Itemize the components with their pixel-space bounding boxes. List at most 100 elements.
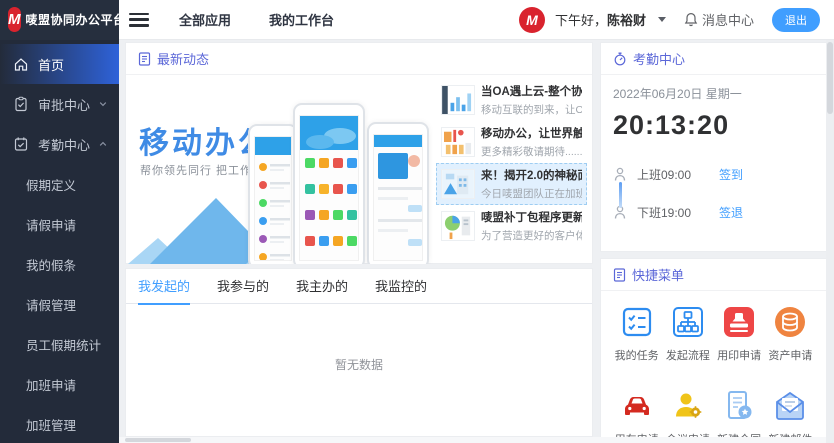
tab-hosted-by-me[interactable]: 我主办的 [296, 269, 348, 304]
message-center-label: 消息中心 [702, 10, 754, 29]
news-thumbnail [441, 211, 475, 241]
shift-end-label: 下班19:00 [637, 204, 709, 221]
news-desc: 更多精彩敬请期待........ [481, 144, 582, 159]
attendance-header: 考勤中心 [601, 43, 826, 75]
sidebar-item-label: 首页 [38, 55, 64, 74]
news-thumbnail [441, 85, 475, 115]
sidebar-subitem-employee-holiday-stats[interactable]: 员工假期统计 [0, 324, 119, 364]
quick-item-asset-application[interactable]: 资产申请 [765, 305, 816, 363]
chevron-down-icon[interactable] [658, 17, 666, 22]
sidebar: 首页 审批中心 考勤中心 假期定义 请假申请 我的假条 请假管理 员工假期统计 … [0, 40, 119, 443]
attendance-clock: 20:13:20 [613, 110, 814, 141]
nav-my-workbench[interactable]: 我的工作台 [269, 10, 334, 29]
flow-icon [671, 305, 705, 339]
logo-block: M 唛盟协同办公平台 [0, 0, 119, 40]
sidebar-subitem-my-leave-notes[interactable]: 我的假条 [0, 244, 119, 284]
news-list: 当OA遇上云-整个协同OA 移动互联的到来，让OA与云 移动办公，让世界触手可 … [436, 79, 587, 247]
mobile-office-banner: 移动办公 帮你领先同行 把工作带出办公室 [126, 76, 434, 264]
document-icon [613, 268, 626, 282]
greeting-text: 下午好， [555, 13, 607, 28]
bell-icon [684, 12, 698, 27]
attendance-rows: 上班09:00 签到 下班19:00 签退 [613, 155, 814, 231]
sidebar-subitem-overtime-management[interactable]: 加班管理 [0, 404, 119, 443]
tab-initiated-by-me[interactable]: 我发起的 [138, 269, 190, 304]
sidebar-subitem-leave-management[interactable]: 请假管理 [0, 284, 119, 324]
news-desc: 为了营造更好的客户体验，唛 [481, 228, 582, 243]
check-in-link[interactable]: 签到 [719, 166, 743, 183]
news-title: 移动办公，让世界触手可 [481, 125, 582, 141]
top-bar: M 唛盟协同办公平台 全部应用 我的工作台 M 下午好，陈裕财 消息中心 退出 [0, 0, 834, 40]
brand-logo-icon: M [8, 7, 21, 32]
quick-item-new-contract[interactable]: 新建合同 [714, 389, 765, 443]
tab-monitored-by-me[interactable]: 我监控的 [375, 269, 427, 304]
document-icon [138, 52, 151, 66]
home-icon [13, 56, 29, 72]
approval-icon [13, 96, 29, 112]
logout-button[interactable]: 退出 [772, 8, 820, 32]
sidebar-item-approval-center[interactable]: 审批中心 [0, 84, 119, 124]
news-thumbnail [441, 169, 475, 199]
latest-news-panel: 最新动态 移动办公 帮你领先同行 把工作带出办公室 [125, 42, 593, 264]
panel-title: 考勤中心 [633, 49, 685, 68]
news-item[interactable]: 移动办公，让世界触手可 更多精彩敬请期待........ [436, 121, 587, 163]
sidebar-subitem-overtime-request[interactable]: 加班申请 [0, 364, 119, 404]
quick-item-label: 资产申请 [768, 347, 812, 363]
attendance-icon [13, 136, 29, 152]
top-nav: 全部应用 我的工作台 [179, 10, 334, 29]
quick-menu-header: 快捷菜单 [601, 259, 826, 291]
phone-mockup-left [248, 124, 298, 264]
my-processes-panel: 我发起的 我参与的 我主办的 我监控的 暂无数据 [125, 268, 593, 437]
topbar-right: M 下午好，陈裕财 消息中心 退出 [519, 7, 834, 33]
news-item[interactable]: 唛盟补丁包程序更新 为了营造更好的客户体验，唛 [436, 205, 587, 247]
nav-all-apps[interactable]: 全部应用 [179, 10, 231, 29]
quick-item-label: 我的任务 [615, 347, 659, 363]
sidebar-item-attendance-center[interactable]: 考勤中心 [0, 124, 119, 164]
username: 陈裕财 [607, 13, 646, 28]
app-title: 唛盟协同办公平台 [26, 11, 126, 28]
sidebar-subitem-leave-request[interactable]: 请假申请 [0, 204, 119, 244]
quick-item-meeting-application[interactable]: 会议申请 [662, 389, 713, 443]
message-center[interactable]: 消息中心 [684, 10, 754, 29]
news-title: 当OA遇上云-整个协同OA [481, 83, 582, 99]
sidebar-item-label: 考勤中心 [38, 135, 90, 154]
hamburger-menu-icon[interactable] [129, 13, 149, 27]
user-avatar[interactable]: M [519, 7, 545, 33]
attendance-date: 2022年06月20日 星期一 [613, 85, 814, 102]
attendance-panel: 考勤中心 2022年06月20日 星期一 20:13:20 上班09:00 签到… [600, 42, 827, 252]
sidebar-item-label: 审批中心 [38, 95, 90, 114]
latest-news-header: 最新动态 [126, 43, 592, 75]
shift-start-label: 上班09:00 [637, 166, 709, 183]
seal-icon [722, 305, 756, 339]
tab-participated-by-me[interactable]: 我参与的 [217, 269, 269, 304]
quick-item-seal-application[interactable]: 用印申请 [714, 305, 765, 363]
quick-item-start-process[interactable]: 发起流程 [662, 305, 713, 363]
vertical-scrollbar-thumb[interactable] [827, 42, 833, 114]
news-item-selected[interactable]: 来！揭开2.0的神秘面纱- 今日唛盟团队正在加班加点, [436, 163, 587, 205]
panel-title: 快捷菜单 [632, 265, 684, 284]
news-thumbnail [441, 127, 475, 157]
meeting-icon [671, 389, 705, 423]
phone-mockup-center [293, 103, 365, 264]
quick-item-vehicle-application[interactable]: 用车申请 [611, 389, 662, 443]
sidebar-subitem-holiday-definition[interactable]: 假期定义 [0, 164, 119, 204]
quick-item-my-tasks[interactable]: 我的任务 [611, 305, 662, 363]
horizontal-scrollbar-thumb[interactable] [125, 438, 191, 442]
phone-mockup-right [367, 122, 429, 264]
person-icon [613, 167, 627, 182]
news-title: 唛盟补丁包程序更新 [481, 209, 582, 225]
contract-icon [722, 389, 756, 423]
user-greeting[interactable]: 下午好，陈裕财 [555, 10, 646, 29]
news-desc: 今日唛盟团队正在加班加点, [481, 186, 582, 201]
car-icon [620, 389, 654, 423]
news-title: 来！揭开2.0的神秘面纱- [481, 167, 582, 183]
vertical-scrollbar[interactable] [826, 40, 834, 443]
stopwatch-icon [613, 52, 627, 66]
news-item[interactable]: 当OA遇上云-整个协同OA 移动互联的到来，让OA与云 [436, 79, 587, 121]
check-out-link[interactable]: 签退 [719, 204, 743, 221]
horizontal-scrollbar[interactable] [119, 437, 826, 443]
quick-item-label: 发起流程 [666, 347, 710, 363]
timeline-connector [619, 182, 622, 208]
quick-item-new-email[interactable]: 新建邮件 [765, 389, 816, 443]
mail-icon [773, 389, 807, 423]
sidebar-item-home[interactable]: 首页 [0, 44, 119, 84]
